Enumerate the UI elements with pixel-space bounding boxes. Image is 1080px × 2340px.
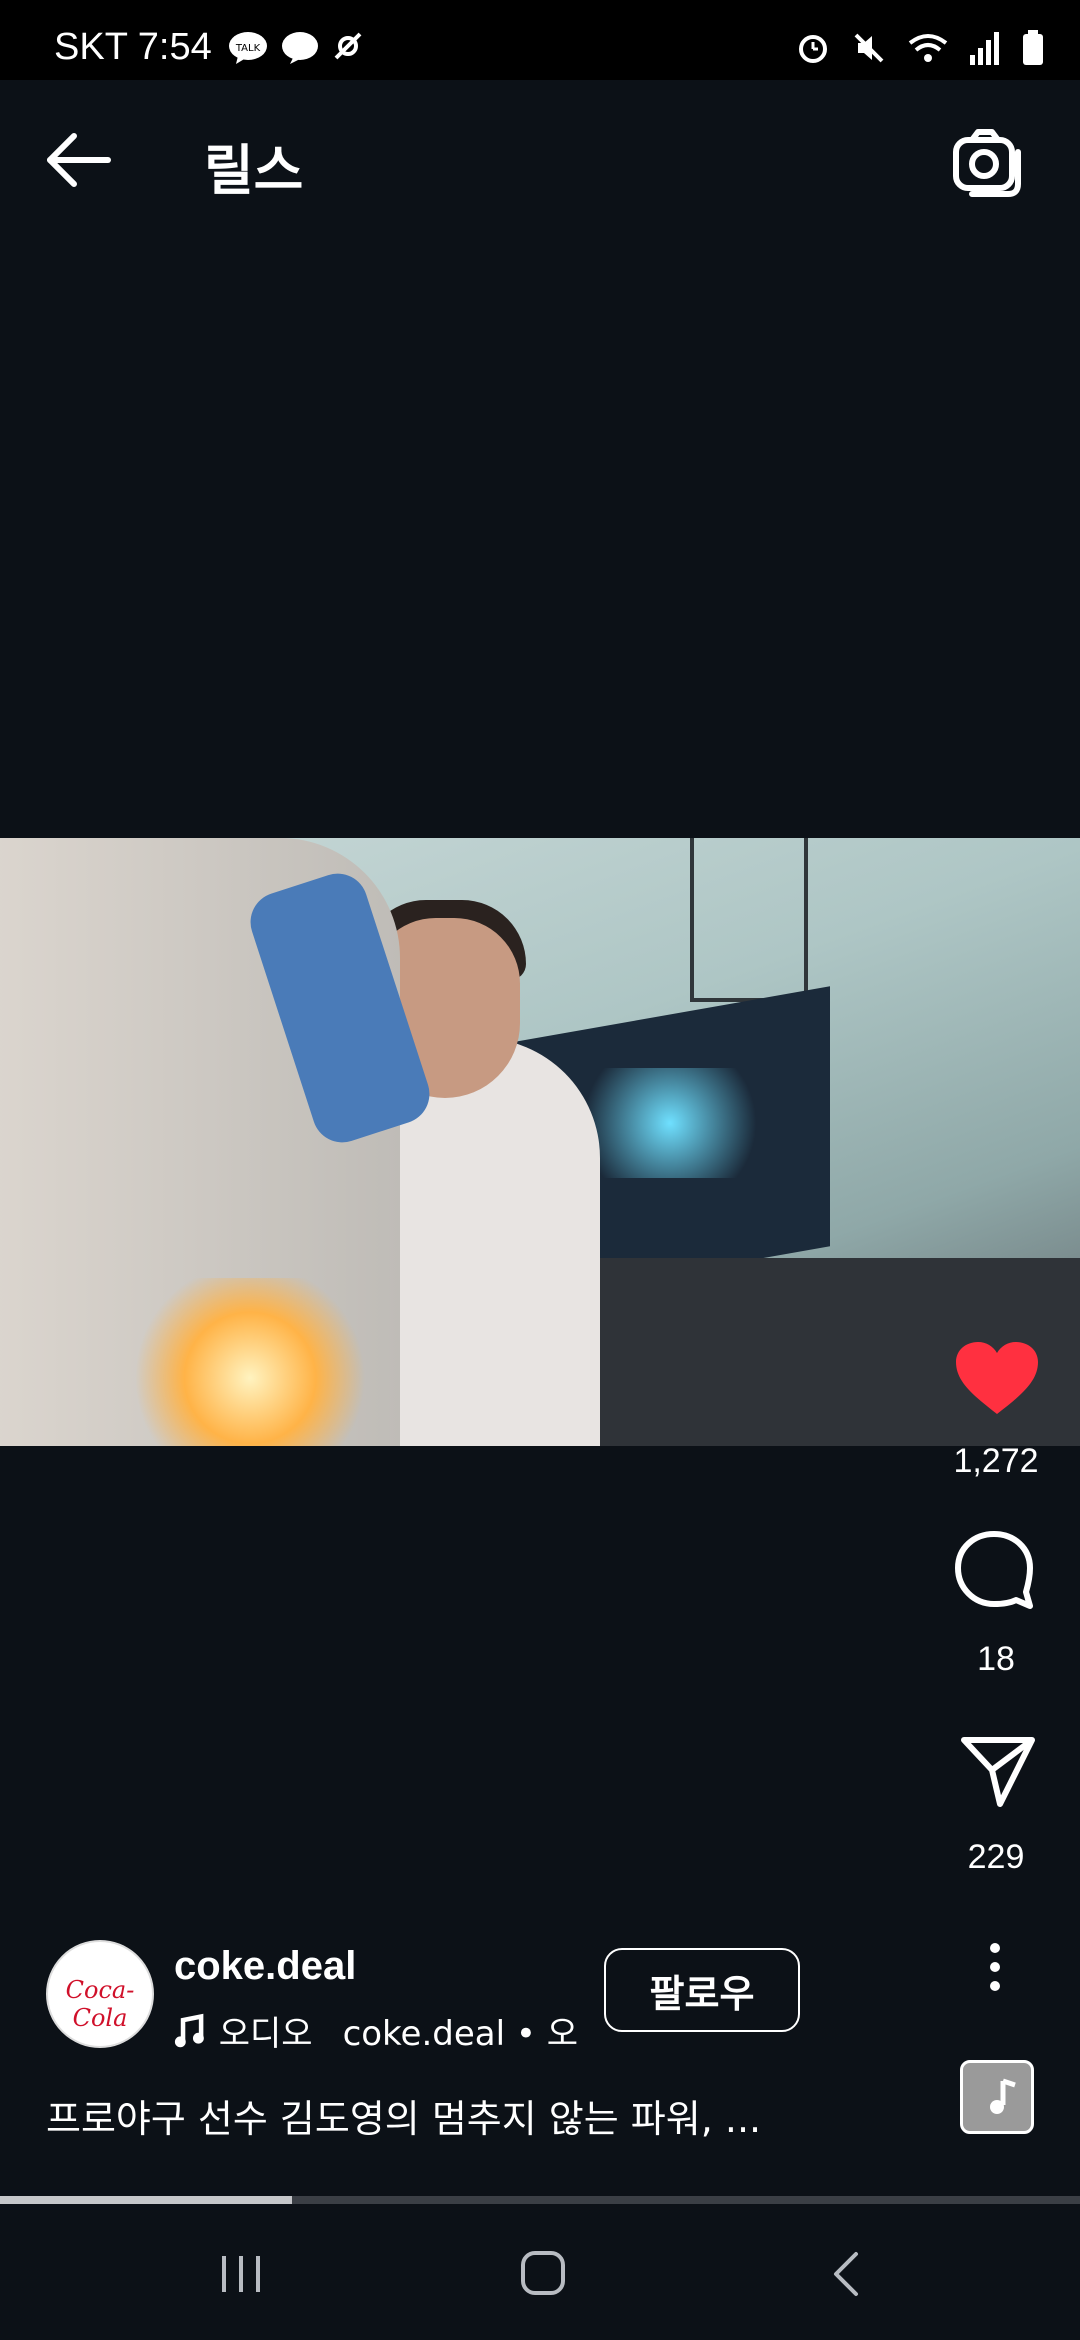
signal-icon bbox=[970, 32, 999, 65]
progress-fill bbox=[0, 2196, 292, 2204]
music-note-icon bbox=[990, 2078, 1016, 2114]
comment-count: 18 bbox=[977, 1640, 1015, 1678]
share-count: 229 bbox=[967, 1838, 1025, 1876]
chat-bubble-icon bbox=[282, 32, 318, 64]
caption[interactable]: 프로야구 선수 김도영의 멈추지 않는 파워, ... bbox=[46, 2088, 926, 2143]
status-time: SKT 7:54 bbox=[54, 26, 212, 68]
more-options-icon[interactable] bbox=[980, 1942, 1010, 1992]
back-arrow-icon[interactable] bbox=[44, 130, 114, 190]
recents-icon[interactable] bbox=[218, 2254, 264, 2294]
username[interactable]: coke.deal bbox=[174, 1944, 356, 1989]
audio-label: 오디오 bbox=[218, 2014, 313, 2054]
audio-thumbnail[interactable] bbox=[960, 2060, 1034, 2134]
mute-icon bbox=[854, 33, 884, 63]
audio-owner: coke.deal • 오 bbox=[342, 2014, 578, 2054]
camera-icon[interactable] bbox=[952, 126, 1024, 198]
stadium-tower bbox=[690, 838, 808, 1002]
share-icon[interactable] bbox=[960, 1732, 1036, 1808]
status-right-icons bbox=[796, 30, 1044, 66]
battery-icon bbox=[1023, 30, 1043, 65]
wifi-icon bbox=[908, 34, 948, 62]
follow-button[interactable]: 팔로우 bbox=[604, 1948, 800, 2032]
avatar-logo: Coca-Cola bbox=[65, 1976, 135, 2032]
nav-back-icon[interactable] bbox=[830, 2250, 860, 2298]
comment-icon[interactable] bbox=[954, 1530, 1034, 1610]
satellite-icon bbox=[334, 32, 362, 60]
sun-flare bbox=[120, 1278, 380, 1446]
alarm-icon bbox=[799, 35, 827, 63]
page-title: 릴스 bbox=[204, 139, 304, 202]
audio-row[interactable]: 오디오 coke.deal • 오 bbox=[174, 2006, 578, 2055]
heart-icon[interactable] bbox=[954, 1340, 1040, 1416]
talk-icon: TALK bbox=[229, 32, 267, 64]
reel-video[interactable] bbox=[0, 838, 1080, 1446]
status-left-icons: TALK bbox=[228, 30, 364, 66]
music-note-icon bbox=[174, 2013, 204, 2047]
like-count: 1,272 bbox=[953, 1442, 1039, 1480]
svg-text:TALK: TALK bbox=[235, 43, 261, 54]
avatar[interactable]: Coca-Cola bbox=[46, 1940, 154, 2048]
home-icon[interactable] bbox=[520, 2250, 566, 2296]
